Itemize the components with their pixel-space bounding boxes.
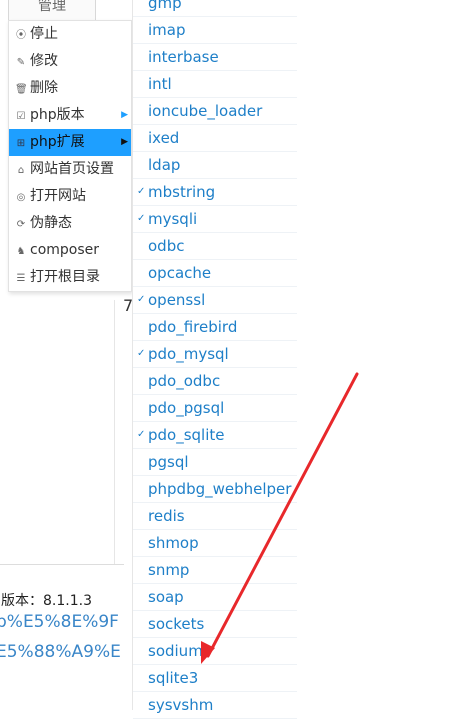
extension-item-phpdbg_webhelper[interactable]: phpdbg_webhelper [133, 476, 297, 503]
extension-item-openssl[interactable]: ✓ openssl [133, 287, 297, 314]
extension-name: ioncube_loader [148, 102, 263, 120]
extension-name: pgsql [148, 453, 189, 471]
check-icon: ✓ [137, 213, 146, 224]
extension-name: mbstring [148, 183, 216, 201]
extension-name: odbc [148, 237, 185, 255]
extension-item-pdo_pgsql[interactable]: pdo_pgsql [133, 395, 297, 422]
extension-item-interbase[interactable]: interbase [133, 44, 297, 71]
url-fragment-1[interactable]: p%E5%8E%9F [0, 612, 119, 632]
extension-name: ixed [148, 129, 180, 147]
menu-item-6[interactable]: ◎ 打开网站 [9, 183, 131, 210]
extension-item-odbc[interactable]: odbc [133, 233, 297, 260]
extension-name: gmp [148, 0, 182, 12]
extension-item-ioncube_loader[interactable]: ioncube_loader [133, 98, 297, 125]
checkbox-icon: ☑ [16, 111, 26, 122]
extension-icon: ⊞ [16, 138, 26, 149]
php-extension-submenu: gmp imap interbase intl ioncube_loaderixed ld… [132, 0, 297, 719]
extension-name: openssl [148, 291, 206, 309]
extension-item-snmp[interactable]: snmp [133, 557, 297, 584]
menu-item-5[interactable]: ⌂ 网站首页设置 [9, 156, 131, 183]
extension-item-ixed[interactable]: ixed [133, 125, 297, 152]
submenu-arrow-icon: ▶ [121, 137, 128, 147]
panel-divider [114, 300, 115, 565]
extension-name: sysvshm [148, 696, 214, 714]
refresh-icon: ⟳ [16, 219, 26, 230]
menu-item-7[interactable]: ⟳ 伪静态 [9, 210, 131, 237]
globe-icon: ◎ [16, 192, 26, 203]
menu-item-3[interactable]: ☑ php版本 ▶ [9, 102, 131, 129]
menu-item-label: 修改 [30, 53, 58, 69]
extension-name: shmop [148, 534, 199, 552]
home-icon: ⌂ [17, 165, 25, 176]
pencil-icon: ✎ [16, 57, 26, 68]
menu-item-label: 停止 [30, 26, 58, 42]
menu-item-label: composer [30, 242, 100, 258]
extension-item-soap[interactable]: soap [133, 584, 297, 611]
menu-item-4[interactable]: ⊞ php扩展 ▶ [9, 129, 131, 156]
check-icon: ✓ [137, 348, 146, 359]
extension-name: imap [148, 21, 186, 39]
extension-item-shmop[interactable]: shmop [133, 530, 297, 557]
extension-item-sqlite3[interactable]: sqlite3 [133, 665, 297, 692]
extension-item-pdo_mysql[interactable]: ✓ pdo_mysql [133, 341, 297, 368]
extension-item-pdo_odbc[interactable]: pdo_odbc [133, 368, 297, 395]
extension-name: soap [148, 588, 184, 606]
extension-item-opcache[interactable]: opcache [133, 260, 297, 287]
menu-item-label: php扩展 [30, 134, 85, 150]
extension-name: snmp [148, 561, 190, 579]
extension-item-intl[interactable]: intl [133, 71, 297, 98]
list-icon: ☰ [16, 273, 26, 284]
check-icon: ✓ [137, 429, 146, 440]
extension-name: ldap [148, 156, 181, 174]
extension-item-pgsql[interactable]: pgsql [133, 449, 297, 476]
extension-item-pdo_sqlite[interactable]: ✓ pdo_sqlite [133, 422, 297, 449]
menu-item-1[interactable]: ✎ 修改 [9, 48, 131, 75]
extension-name: pdo_pgsql [148, 399, 225, 417]
version-text: 版本：8.1.1.3 [1, 593, 92, 609]
extension-name: pdo_sqlite [148, 426, 225, 444]
menu-item-2[interactable]: 🗑 删除 [9, 75, 131, 102]
url-fragment-2[interactable]: E5%88%A9%E [0, 642, 121, 662]
menu-item-label: 删除 [30, 80, 58, 96]
extension-item-gmp[interactable]: gmp [133, 0, 297, 17]
extension-item-redis[interactable]: redis [133, 503, 297, 530]
menu-item-8[interactable]: ♞ composer [9, 237, 131, 264]
stop-icon: ⦿ [16, 30, 26, 41]
trash-icon: 🗑 [15, 84, 28, 95]
check-icon: ✓ [137, 186, 146, 197]
menu-item-9[interactable]: ☰ 打开根目录 [9, 264, 131, 291]
submenu-arrow-icon: ▶ [121, 110, 128, 120]
extension-item-sysvshm[interactable]: sysvshm [133, 692, 297, 719]
extension-item-sodium[interactable]: sodium [133, 638, 297, 665]
extension-name: redis [148, 507, 185, 525]
extension-item-ldap[interactable]: ldap [133, 152, 297, 179]
extension-item-imap[interactable]: imap [133, 17, 297, 44]
extension-name: pdo_odbc [148, 372, 221, 390]
menu-item-0[interactable]: ⦿ 停止 [9, 21, 131, 48]
extension-item-mysqli[interactable]: ✓ mysqli [133, 206, 297, 233]
menu-item-label: 打开根目录 [30, 269, 100, 285]
extension-item-sockets[interactable]: sockets [133, 611, 297, 638]
extension-item-mbstring[interactable]: ✓ mbstring [133, 179, 297, 206]
extension-name: pdo_mysql [148, 345, 229, 363]
menu-item-label: php版本 [30, 107, 85, 123]
site-context-menu: ⦿ 停止 ✎ 修改 🗑 删除 ☑ php版本 ▶ ⊞ php扩展 ▶ ⌂ 网站首页设置 ◎ 打开网站 ⟳ 伪静态 ♞… [8, 20, 132, 292]
menu-item-label: 伪静态 [30, 215, 72, 231]
extension-name: mysqli [148, 210, 198, 228]
extension-name: phpdbg_webhelper [148, 480, 292, 498]
extension-name: intl [148, 75, 172, 93]
extension-name: pdo_firebird [148, 318, 238, 336]
extension-name: interbase [148, 48, 219, 66]
extension-name: opcache [148, 264, 212, 282]
extension-item-pdo_firebird[interactable]: pdo_firebird [133, 314, 297, 341]
extension-name: sqlite3 [148, 669, 199, 687]
manage-header-cell: 管理 [8, 0, 96, 22]
menu-item-label: 打开网站 [30, 188, 86, 204]
extension-name: sodium [148, 642, 203, 660]
composer-icon: ♞ [16, 246, 26, 257]
menu-item-label: 网站首页设置 [30, 161, 114, 177]
extension-name: sockets [148, 615, 205, 633]
check-icon: ✓ [137, 294, 146, 305]
